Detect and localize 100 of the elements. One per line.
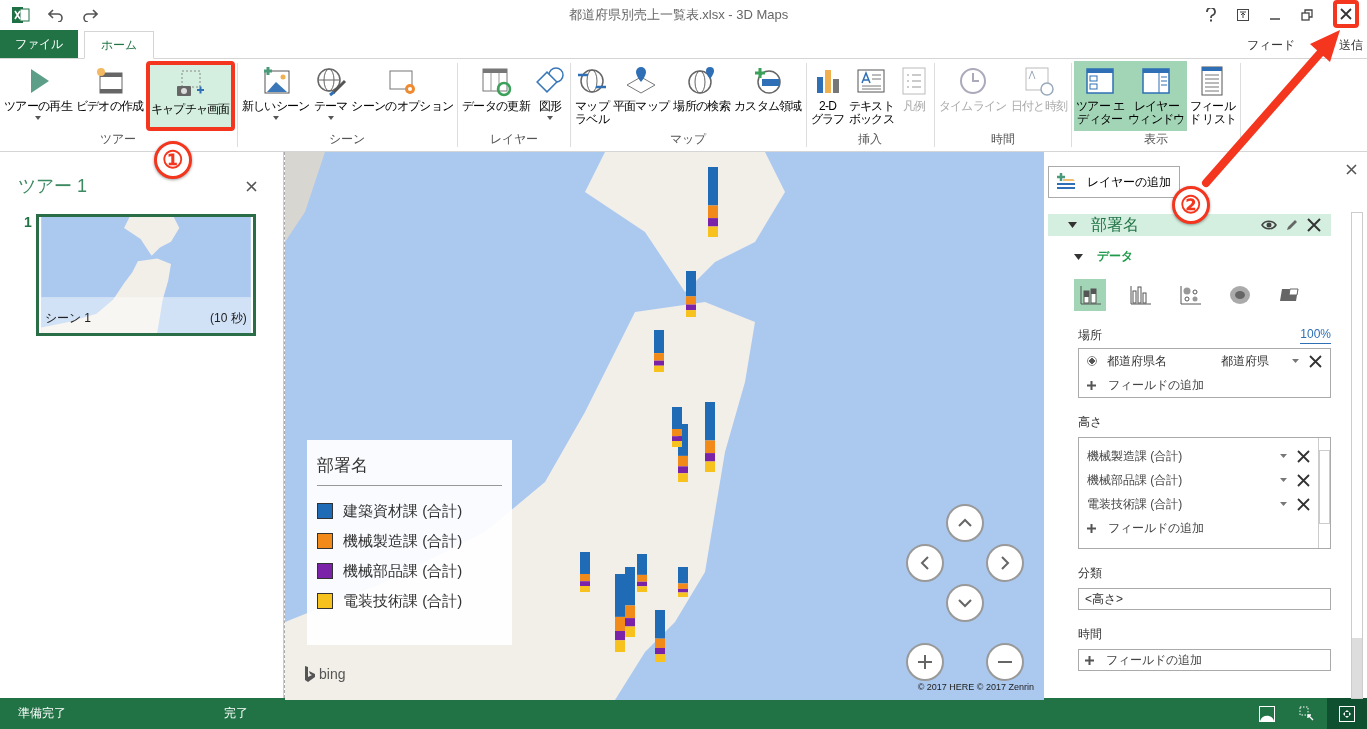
ribbon-button[interactable]: ビデオの作成: [73, 61, 146, 131]
data-section-header[interactable]: データ: [1048, 236, 1331, 265]
add-field-button[interactable]: フィールドの追加: [1079, 373, 1330, 397]
ribbon-button[interactable]: シーンのオプション: [349, 61, 456, 131]
scene-thumbnail[interactable]: シーン 1 (10 秒): [35, 214, 256, 336]
status-text: 準備完了: [17, 705, 67, 722]
delete-icon[interactable]: [1309, 354, 1322, 368]
ribbon-button[interactable]: レイヤー ウィンドウ: [1126, 61, 1187, 131]
category-field[interactable]: <高さ>: [1078, 588, 1331, 610]
ribbon-button[interactable]: 平面マップ: [610, 61, 672, 131]
delete-icon[interactable]: [1297, 449, 1310, 463]
stacked-column-icon: [1078, 283, 1102, 307]
field-name: 電装技術課 (合計): [1087, 495, 1184, 513]
close-button[interactable]: [1333, 0, 1359, 28]
navigate-icon[interactable]: [1327, 698, 1367, 729]
scrollbar[interactable]: [1351, 212, 1363, 699]
field-label: 時間: [1078, 626, 1103, 643]
add-field-button[interactable]: フィールドの追加: [1078, 649, 1331, 671]
bubble-chart-icon: [1178, 283, 1202, 307]
step-marker: ①: [154, 141, 192, 179]
delete-icon[interactable]: [1307, 218, 1321, 232]
scene-duration: (10 秒): [210, 310, 247, 327]
ribbon-button[interactable]: マップ ラベル: [572, 61, 611, 131]
field-label: 高さ: [1078, 414, 1103, 431]
close-icon[interactable]: [246, 180, 257, 192]
undo-icon[interactable]: [48, 8, 64, 22]
add-layer-button[interactable]: レイヤーの追加: [1048, 166, 1180, 198]
group-label: シーン: [329, 131, 366, 148]
scene-number: 1: [24, 214, 32, 232]
ribbon-button[interactable]: 新しいシーン: [239, 61, 312, 131]
status-text: 完了: [224, 705, 248, 722]
heat-map-icon: [1228, 283, 1252, 307]
delete-icon[interactable]: [1297, 497, 1310, 511]
window-panel-icon: [1084, 65, 1117, 97]
group-label: マップ: [670, 131, 707, 148]
ribbon-button[interactable]: 図形: [531, 61, 568, 131]
group-label: 時間: [991, 131, 1015, 148]
ribbon-tab[interactable]: ファイル: [0, 30, 78, 58]
ribbon-button[interactable]: フィール ド リスト: [1186, 61, 1239, 131]
close-icon[interactable]: [1346, 164, 1357, 175]
tour-title: ツアー 1: [18, 175, 87, 198]
layers-icon: [1055, 173, 1077, 191]
ribbon-button[interactable]: 場所の検索: [671, 61, 732, 131]
feedback-link[interactable]: フィード: [1247, 37, 1295, 54]
map-attribution: © 2017 HERE © 2017 Zenrin: [917, 682, 1034, 692]
plus-icon: [917, 654, 933, 670]
ribbon-display-icon[interactable]: [1237, 9, 1249, 21]
window-title: 都道府県別売上一覧表.xlsx - 3D Maps: [567, 6, 790, 24]
help-icon[interactable]: [1205, 8, 1217, 22]
globe-brush-icon: [314, 65, 347, 97]
delete-icon[interactable]: [1297, 473, 1310, 487]
layer-header[interactable]: 部署名: [1048, 214, 1331, 236]
feedback-link[interactable]: 送信: [1339, 37, 1363, 54]
field-name: 機械製造課 (合計): [1087, 447, 1184, 465]
field-label: 分類: [1078, 565, 1103, 582]
group-label: 表示: [1144, 131, 1169, 148]
ribbon-button[interactable]: テキスト ボックス: [846, 61, 896, 131]
redo-icon[interactable]: [82, 8, 98, 22]
visualization-button[interactable]: [1074, 279, 1106, 311]
radio-button[interactable]: [1087, 356, 1097, 366]
group-label: 挿入: [858, 131, 883, 148]
scene-name: シーン 1: [44, 310, 91, 327]
caret-icon: [1074, 253, 1083, 260]
group-label: レイヤー: [490, 131, 539, 148]
plus-icon: [1087, 380, 1096, 390]
ribbon-button[interactable]: ツアーの再生: [2, 61, 74, 131]
map-logo: bing: [319, 666, 346, 682]
ribbon-button[interactable]: 2-D グラフ: [808, 61, 847, 131]
date-clock-icon: [1022, 65, 1055, 97]
close-icon: [1340, 8, 1352, 20]
window-panel-icon: [1140, 65, 1173, 97]
legend-label: 建築資材課 (合計): [343, 501, 463, 521]
logo-icon: [305, 666, 315, 682]
zoom-link[interactable]: 100%: [1300, 327, 1331, 344]
clustered-column-icon: [1128, 283, 1152, 307]
field-name: 機械部品課 (合計): [1087, 471, 1184, 489]
legend-label: 機械部品課 (合計): [343, 561, 463, 581]
eye-icon[interactable]: [1261, 219, 1277, 231]
excel-icon: [12, 6, 30, 24]
ribbon-button[interactable]: カスタム領域: [731, 61, 804, 131]
ribbon-tab[interactable]: ホーム: [84, 31, 154, 59]
caret-icon[interactable]: [1280, 478, 1287, 482]
ribbon-button[interactable]: ツアー エ ディター: [1074, 61, 1126, 131]
ribbon-button[interactable]: キャプチャ画面: [145, 61, 235, 131]
restore-icon[interactable]: [1301, 9, 1313, 21]
caret-icon[interactable]: [1292, 359, 1299, 363]
add-field-button[interactable]: フィールドの追加: [1079, 516, 1318, 540]
caret-icon[interactable]: [1280, 454, 1287, 458]
legend-label: 機械製造課 (合計): [343, 531, 463, 551]
scrollbar[interactable]: [1318, 438, 1330, 548]
field-type: 都道府県: [1221, 352, 1270, 370]
plus-icon: [1085, 655, 1094, 665]
table-refresh-icon: [480, 65, 513, 97]
plus-icon: [1087, 523, 1096, 533]
caret-icon[interactable]: [1280, 502, 1287, 506]
ribbon-button[interactable]: テーマ: [311, 61, 350, 131]
ribbon-button[interactable]: データの更新: [460, 61, 532, 131]
pencil-icon[interactable]: [1285, 218, 1299, 232]
legend-title: 部署名: [317, 455, 369, 477]
minus-icon: [997, 660, 1013, 664]
